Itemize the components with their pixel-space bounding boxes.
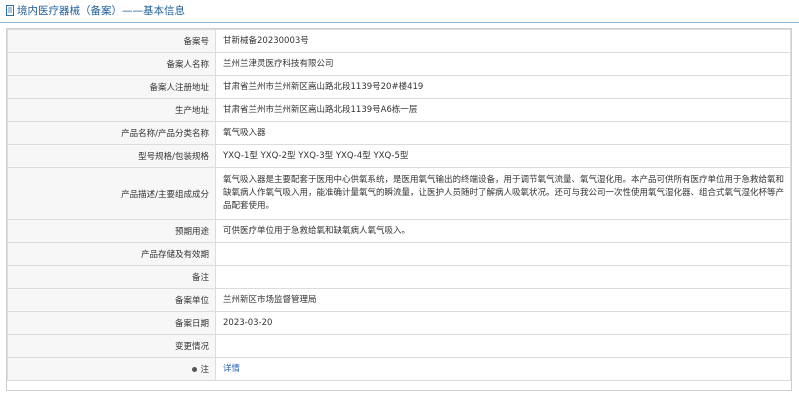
model-label: 型号规格/包装规格 [7, 144, 216, 168]
info-panel: 备案号 甘新械备20230003号 备案人名称 兰州兰津灵医疗科技有限公司 备案… [6, 28, 792, 391]
description-label: 产品描述/主要组成成分 [7, 167, 216, 220]
remark-label: 备注 [7, 265, 216, 289]
row-remark: 备注 [7, 265, 791, 289]
row-change: 变更情况 [7, 334, 791, 358]
record-date-value: 2023-03-20 [215, 311, 791, 335]
row-registrant: 备案人名称 兰州兰津灵医疗科技有限公司 [7, 52, 791, 76]
note-label-cell: 注 [7, 357, 216, 381]
details-link[interactable]: 详情 [223, 364, 240, 374]
storage-value [215, 242, 791, 266]
row-record-date: 备案日期 2023-03-20 [7, 311, 791, 335]
product-name-value: 氧气吸入器 [215, 121, 791, 145]
production-address-value: 甘肃省兰州市兰州新区嵩山路北段1139号A6栋一层 [215, 98, 791, 122]
row-note: 注 详情 [7, 357, 791, 381]
record-date-label: 备案日期 [7, 311, 216, 335]
remark-value [215, 265, 791, 289]
registrant-address-value: 甘肃省兰州市兰州新区嵩山路北段1139号20#楼419 [215, 75, 791, 99]
row-record-unit: 备案单位 兰州新区市场监督管理局 [7, 288, 791, 312]
row-product-name: 产品名称/产品分类名称 氧气吸入器 [7, 121, 791, 145]
row-intended-use: 预期用途 可供医疗单位用于急救给氧和缺氧病人氧气吸入。 [7, 219, 791, 243]
note-label: 注 [200, 365, 209, 375]
row-description: 产品描述/主要组成成分 氧气吸入器是主要配套于医用中心供氧系统，是医用氧气输出的… [7, 167, 791, 220]
storage-label: 产品存储及有效期 [7, 242, 216, 266]
change-value [215, 334, 791, 358]
record-unit-value: 兰州新区市场监督管理局 [215, 288, 791, 312]
pin-icon [192, 367, 198, 372]
product-name-label: 产品名称/产品分类名称 [7, 121, 216, 145]
record-unit-label: 备案单位 [7, 288, 216, 312]
registrant-value: 兰州兰津灵医疗科技有限公司 [215, 52, 791, 76]
registrant-address-label: 备案人注册地址 [7, 75, 216, 99]
intended-use-label: 预期用途 [7, 219, 216, 243]
row-record-no: 备案号 甘新械备20230003号 [7, 29, 791, 53]
row-production-address: 生产地址 甘肃省兰州市兰州新区嵩山路北段1139号A6栋一层 [7, 98, 791, 122]
row-registrant-address: 备案人注册地址 甘肃省兰州市兰州新区嵩山路北段1139号20#楼419 [7, 75, 791, 99]
row-model: 型号规格/包装规格 YXQ-1型 YXQ-2型 YXQ-3型 YXQ-4型 YX… [7, 144, 791, 168]
description-value: 氧气吸入器是主要配套于医用中心供氧系统，是医用氧气输出的终端设备，用于调节氧气流… [215, 167, 791, 220]
intended-use-value: 可供医疗单位用于急救给氧和缺氧病人氧气吸入。 [215, 219, 791, 243]
production-address-label: 生产地址 [7, 98, 216, 122]
info-table: 备案号 甘新械备20230003号 备案人名称 兰州兰津灵医疗科技有限公司 备案… [7, 29, 791, 381]
change-label: 变更情况 [7, 334, 216, 358]
page-header: 境内医疗器械（备案）——基本信息 [0, 0, 799, 23]
note-value: 详情 [215, 357, 791, 381]
registrant-label: 备案人名称 [7, 52, 216, 76]
record-no-value: 甘新械备20230003号 [215, 29, 791, 53]
page-title: 境内医疗器械（备案）——基本信息 [17, 5, 185, 17]
document-icon [6, 5, 14, 16]
record-no-label: 备案号 [7, 29, 216, 53]
model-value: YXQ-1型 YXQ-2型 YXQ-3型 YXQ-4型 YXQ-5型 [215, 144, 791, 168]
row-storage: 产品存储及有效期 [7, 242, 791, 266]
